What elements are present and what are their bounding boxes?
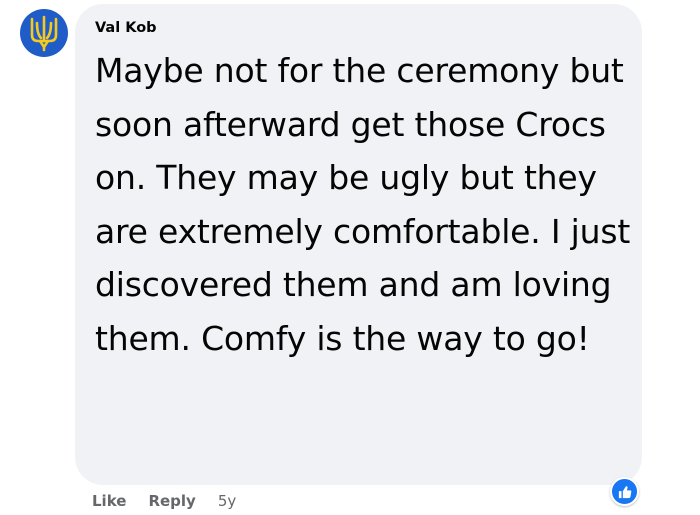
comment-bubble: Val Kob Maybe not for the ceremony but s… [75,4,642,485]
comment-actions: Like Reply 5y [92,492,236,510]
avatar[interactable] [20,9,68,57]
like-reaction-badge[interactable] [610,477,639,506]
reply-button[interactable]: Reply [148,492,195,510]
like-icon [618,485,631,498]
like-button[interactable]: Like [92,492,126,510]
comment-text: Maybe not for the ceremony but soon afte… [95,51,631,358]
comment-timestamp[interactable]: 5y [218,492,236,510]
ukraine-trident-icon [30,15,58,52]
comment-author[interactable]: Val Kob [95,20,157,36]
